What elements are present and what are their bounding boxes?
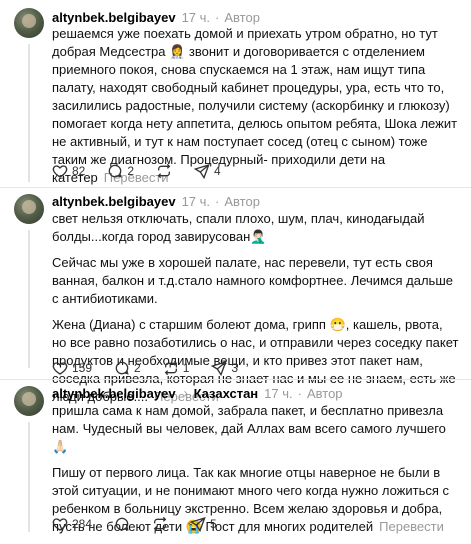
thread-post-3: altynbek.belgibayev › Казахстан 17 ч. · … (0, 380, 471, 544)
repost-icon (157, 163, 171, 179)
comment-icon (115, 517, 129, 531)
post-paragraph: пришла сама к нам домой, забрала пакет, … (52, 403, 446, 454)
username[interactable]: altynbek.belgibayev (52, 194, 176, 209)
author-badge: Автор (306, 385, 343, 401)
post-header: altynbek.belgibayev › Казахстан 17 ч. · … (52, 384, 343, 402)
translate-link[interactable]: Перевести (379, 519, 444, 534)
comment-button[interactable]: 2 (114, 360, 141, 376)
username[interactable]: altynbek.belgibayev (52, 386, 176, 401)
share-count: 5 (210, 517, 217, 531)
repost-button[interactable] (152, 516, 172, 532)
repost-button[interactable]: 1 (163, 360, 190, 376)
send-icon (194, 163, 210, 179)
post-time: 17 ч. (264, 385, 293, 401)
comment-icon (109, 164, 122, 178)
thread-post-2: altynbek.belgibayev 17 ч. · Автор свет н… (0, 188, 471, 404)
author-badge: Автор (224, 193, 260, 209)
send-icon (211, 360, 228, 376)
like-button[interactable]: 159 (52, 360, 92, 376)
comment-button[interactable]: 2 (107, 163, 134, 179)
separator-dot: · (215, 9, 220, 25)
post-body: свет нельзя отключать, спали плохо, шум,… (52, 210, 460, 406)
comment-button[interactable] (114, 516, 134, 532)
repost-button[interactable] (156, 163, 176, 179)
share-count: 3 (231, 361, 239, 375)
paragraph-text: решаемся уже поехать домой и приехать ут… (52, 26, 458, 185)
like-count: 82 (72, 164, 86, 178)
post-paragraph: Сейчас мы уже в хорошей палате, нас пере… (52, 255, 453, 306)
thread-post-1: altynbek.belgibayev 17 ч. · Автор решаем… (0, 0, 471, 188)
separator-dot: · (297, 385, 302, 401)
heart-icon (52, 362, 68, 375)
thread-line (28, 230, 30, 368)
username[interactable]: altynbek.belgibayev (52, 10, 176, 25)
heart-icon (52, 518, 68, 531)
share-count: 4 (214, 164, 221, 178)
like-count: 284 (72, 517, 93, 531)
heart-icon (52, 165, 68, 178)
avatar[interactable] (14, 386, 44, 416)
like-button[interactable]: 284 (52, 516, 92, 532)
location-tag[interactable]: Казахстан (194, 386, 259, 401)
post-header: altynbek.belgibayev 17 ч. · Автор (52, 8, 260, 26)
repost-count: 1 (182, 361, 190, 375)
share-button[interactable]: 5 (190, 516, 217, 532)
chevron-right-icon: › (183, 386, 188, 400)
share-button[interactable]: 4 (194, 163, 221, 179)
post-time: 17 ч. (181, 9, 211, 25)
post-actions: 284 5 (52, 516, 239, 532)
post-actions: 159 2 1 3 (52, 360, 260, 376)
separator-dot: · (215, 193, 220, 209)
avatar[interactable] (14, 8, 44, 38)
thread-line (28, 44, 30, 182)
post-time: 17 ч. (181, 193, 211, 209)
avatar[interactable] (14, 194, 44, 224)
post-header: altynbek.belgibayev 17 ч. · Автор (52, 192, 260, 210)
repost-icon (164, 360, 177, 376)
send-icon (190, 516, 206, 532)
author-badge: Автор (224, 9, 260, 25)
like-count: 159 (72, 361, 93, 375)
thread-line (28, 422, 30, 532)
like-button[interactable]: 82 (52, 163, 85, 179)
post-paragraph: свет нельзя отключать, спали плохо, шум,… (52, 211, 425, 244)
comment-icon (115, 361, 129, 375)
comment-count: 2 (134, 361, 141, 375)
comment-count: 2 (127, 164, 135, 178)
repost-icon (153, 516, 167, 532)
post-actions: 82 2 4 (52, 163, 243, 179)
share-button[interactable]: 3 (211, 360, 238, 376)
